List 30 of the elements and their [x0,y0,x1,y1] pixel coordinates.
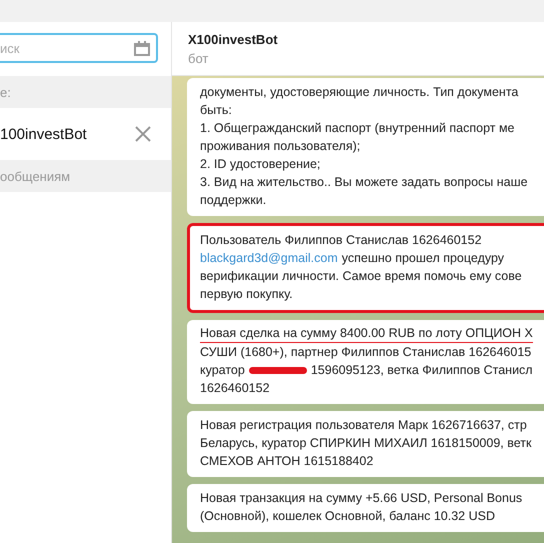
calendar-icon[interactable] [134,41,150,56]
message-text: проживания пользователя); [200,138,360,155]
chat-subtitle: бот [188,50,210,66]
search-result-item[interactable]: 100investBot [0,108,171,160]
message-text: (Основной), кошелек Основной, баланс 10.32 USD [200,508,495,525]
message-text: 1. Общегражданский паспорт (внутренний паспорт ме [200,120,515,137]
message-text: Новая регистрация пользователя Марк 1626716637, стр [200,417,527,434]
message-text: СМЕХОВ АНТОН 1615188402 [200,453,374,470]
message-text: СУШИ (1680+), партнер Филиппов Станислав 162646015 [200,344,532,361]
message-text: 1596095123, ветка Филиппов Станисл [310,362,533,379]
section-label: е: [0,84,11,100]
close-icon[interactable] [135,126,151,142]
message-text: документы, удостоверяющие личность. Тип документа [200,84,518,101]
message-text: верификации личности. Самое время помочь ему сове [200,268,522,285]
message-text: Новая сделка на сумму 8400.00 RUB по лоту ОПЦИОН X [200,325,533,342]
message-text: поддержки. [200,192,266,209]
search-field[interactable]: иск [0,33,158,63]
message-text: куратор [200,362,245,379]
message-text: 1626460152 [200,380,270,397]
message-text: Пользователь Филиппов Станислав 1626460152 [200,232,482,249]
message-text: успешно прошел процедуру [342,250,504,267]
message-text: первую покупку. [200,286,293,303]
redaction-mark [248,366,307,374]
message-text: быть: [200,102,232,119]
message-text: 3. Вид на жительство.. Вы можете задать вопросы наше [200,174,528,191]
message-text: Новая транзакция на сумму +5.66 USD, Personal Bonus [200,490,522,507]
message-text: Беларусь, куратор СПИРКИН МИХАИЛ 1618150009, ветк [200,435,532,452]
section-label: ообщениям [0,168,70,184]
message-text: 2. ID удостоверение; [200,156,320,173]
chat-title: X100investBot [188,32,279,46]
